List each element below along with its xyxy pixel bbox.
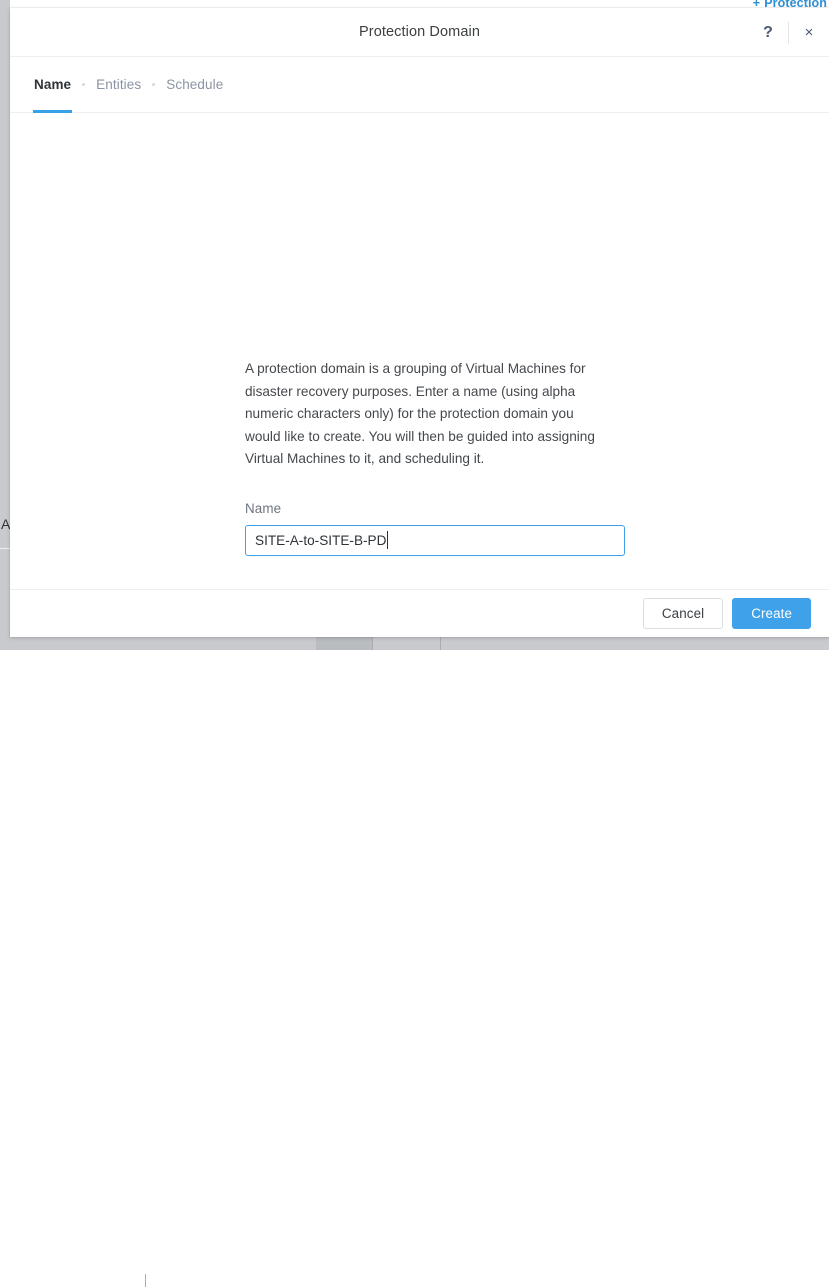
- modal-tab-bar: Name Entities Schedule: [10, 57, 829, 113]
- close-icon[interactable]: ×: [789, 8, 829, 57]
- window-left-chrome-strip: [0, 0, 10, 650]
- modal-body: A protection domain is a grouping of Vir…: [10, 113, 829, 589]
- tab-schedule[interactable]: Schedule: [155, 57, 234, 113]
- background-clipped-text: A: [1, 516, 10, 532]
- taskbar-divider: [145, 1274, 146, 1287]
- help-icon[interactable]: ?: [748, 8, 788, 57]
- name-form-block: A protection domain is a grouping of Vir…: [245, 358, 625, 556]
- create-button[interactable]: Create: [732, 598, 811, 629]
- modal-title: Protection Domain: [359, 24, 480, 40]
- modal-header: Protection Domain ? ×: [10, 8, 829, 57]
- name-input-wrapper: [245, 525, 625, 556]
- taskbar-divider: [372, 637, 373, 650]
- taskbar-segment: [316, 637, 372, 650]
- taskbar-divider: [440, 637, 441, 650]
- text-cursor-caret: [387, 531, 388, 549]
- tab-name[interactable]: Name: [23, 57, 82, 113]
- name-input[interactable]: [245, 525, 625, 556]
- cancel-button[interactable]: Cancel: [643, 598, 723, 629]
- modal-footer: Cancel Create: [10, 589, 829, 637]
- tab-entities[interactable]: Entities: [85, 57, 152, 113]
- window-bottom-chrome-strip: [0, 637, 829, 650]
- intro-description-text: A protection domain is a grouping of Vir…: [245, 358, 608, 471]
- modal-header-actions: ? ×: [748, 8, 829, 57]
- name-field-label: Name: [245, 501, 625, 516]
- protection-domain-modal: Protection Domain ? × Name Entities Sche…: [10, 8, 829, 637]
